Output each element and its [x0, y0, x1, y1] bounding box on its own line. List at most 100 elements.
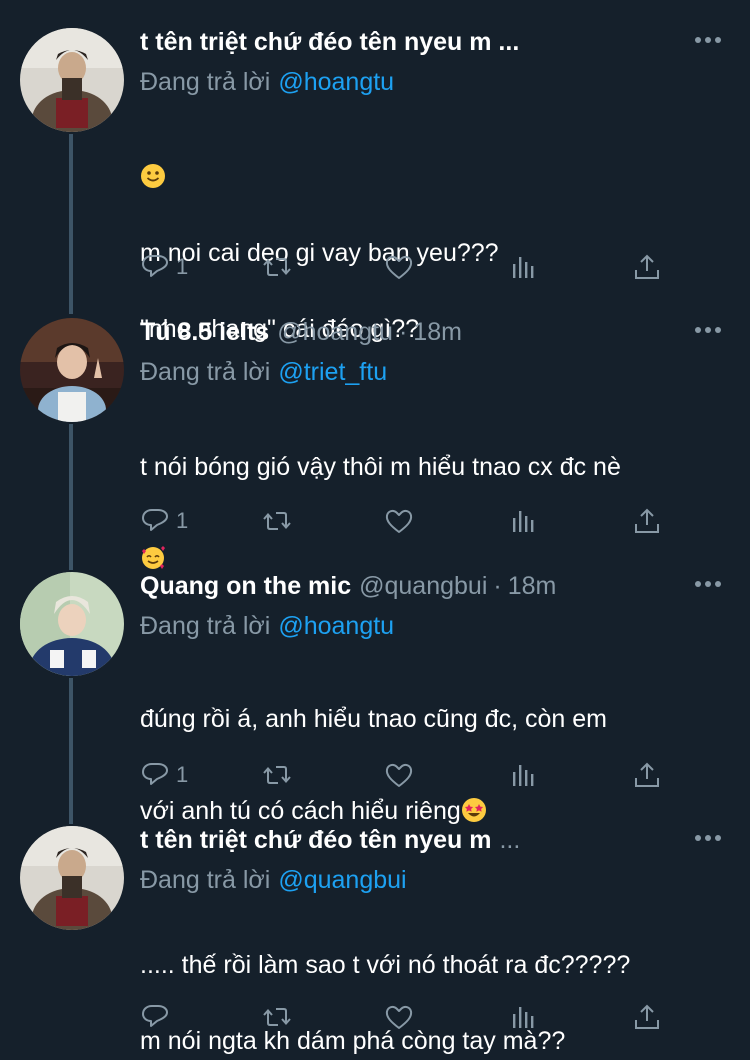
- tweet-header: t tên triệt chứ đéo tên nyeu m ...: [140, 28, 519, 64]
- reply-button[interactable]: [140, 1000, 176, 1034]
- tweet[interactable]: Tú 8.5 ielts @hoangtu · 18m Đang trả lời…: [0, 318, 750, 569]
- separator: ·: [398, 318, 408, 346]
- share-icon: [635, 508, 659, 533]
- avatar[interactable]: [20, 28, 124, 132]
- more-icon[interactable]: [694, 574, 722, 594]
- reply-count: 1: [176, 508, 189, 533]
- avatar-image: [20, 572, 124, 676]
- action-bar: 1: [140, 504, 680, 538]
- analytics-button[interactable]: [508, 1000, 538, 1034]
- reply-icon: [142, 763, 168, 785]
- analytics-icon: [513, 765, 534, 786]
- share-button[interactable]: [632, 504, 662, 538]
- share-icon: [635, 1004, 659, 1029]
- reply-context: Đang trả lời @hoangtu: [140, 612, 394, 641]
- avatar[interactable]: [20, 826, 124, 930]
- mention-link[interactable]: @hoangtu: [278, 68, 394, 96]
- analytics-button[interactable]: [508, 758, 538, 792]
- tweet-header: Quang on the mic @quangbui · 18m: [140, 572, 556, 608]
- tweet-header: t tên triệt chứ đéo tên nyeu m ...: [140, 826, 526, 862]
- star-struck-icon: [461, 798, 486, 822]
- reply-context: Đang trả lời @hoangtu: [140, 68, 394, 97]
- separator: ·: [493, 572, 502, 600]
- avatar-image: [20, 28, 124, 132]
- display-name[interactable]: t tên triệt chứ đéo tên nyeu m ...: [140, 28, 519, 57]
- reply-icon: [142, 255, 168, 277]
- like-button[interactable]: [384, 758, 414, 792]
- like-button[interactable]: [384, 1000, 414, 1034]
- retweet-button[interactable]: [262, 1000, 292, 1034]
- avatar[interactable]: [20, 318, 124, 422]
- more-icon[interactable]: [694, 30, 722, 50]
- reply-label: Đang trả lời: [140, 358, 271, 386]
- reply-label: Đang trả lời: [140, 612, 271, 640]
- tweet-line: t nói bóng gió vậy thôi m hiểu tnao cx đ…: [140, 453, 621, 481]
- retweet-button[interactable]: [262, 758, 292, 792]
- tweet-header: Tú 8.5 ielts @hoangtu · 18m: [140, 318, 462, 354]
- share-button[interactable]: [632, 758, 662, 792]
- retweet-icon: [263, 1008, 291, 1026]
- like-icon: [385, 763, 413, 787]
- share-icon: [635, 762, 659, 787]
- username[interactable]: @quangbui: [359, 572, 487, 601]
- slightly-smiling-face-icon: [141, 164, 165, 188]
- reply-label: Đang trả lời: [140, 68, 271, 96]
- like-button[interactable]: [384, 250, 414, 284]
- mention-link[interactable]: @hoangtu: [278, 612, 394, 640]
- tweet-text: t nói bóng gió vậy thôi m hiểu tnao cx đ…: [140, 398, 621, 582]
- retweet-icon: [263, 766, 291, 784]
- reply-icon: [142, 1005, 168, 1027]
- display-name[interactable]: Quang on the mic: [140, 572, 351, 601]
- reply-count: 1: [176, 254, 189, 279]
- avatar-image: [20, 826, 124, 930]
- avatar-image: [20, 318, 124, 422]
- retweet-button[interactable]: [262, 504, 292, 538]
- like-icon: [385, 1005, 413, 1029]
- retweet-icon: [263, 258, 291, 276]
- reply-button[interactable]: 1: [140, 758, 188, 792]
- reply-button[interactable]: 1: [140, 250, 188, 284]
- share-icon: [635, 254, 659, 279]
- tweet-line: với anh tú có cách hiểu riêng: [140, 797, 461, 825]
- avatar[interactable]: [20, 572, 124, 676]
- tweet-text: đúng rồi á, anh hiểu tnao cũng đc, còn e…: [140, 650, 607, 834]
- timestamp[interactable]: 18m: [413, 318, 462, 347]
- share-button[interactable]: [632, 250, 662, 284]
- display-name[interactable]: Tú 8.5 ielts: [140, 318, 269, 347]
- tweet-text: m noi cai deo gi vay ban yeu??? "nhe nha…: [140, 120, 499, 348]
- like-icon: [385, 509, 413, 533]
- analytics-button[interactable]: [508, 504, 538, 538]
- like-button[interactable]: [384, 504, 414, 538]
- mention-link[interactable]: @quangbui: [278, 866, 406, 894]
- tweet-text: ..... thế rồi làm sao t với nó thoát ra …: [140, 908, 630, 1060]
- tweet[interactable]: t tên triệt chứ đéo tên nyeu m ... Đang …: [0, 826, 750, 1055]
- action-bar: 1: [140, 758, 680, 792]
- action-bar: [140, 1000, 680, 1034]
- username[interactable]: @hoangtu: [277, 318, 393, 347]
- tweet[interactable]: t tên triệt chứ đéo tên nyeu m ... Đang …: [0, 28, 750, 343]
- analytics-icon: [513, 511, 534, 532]
- analytics-icon: [513, 257, 534, 278]
- retweet-button[interactable]: [262, 250, 292, 284]
- mention-link[interactable]: @triet_ftu: [278, 358, 387, 386]
- more-icon[interactable]: [694, 320, 722, 340]
- timestamp[interactable]: 18m: [508, 572, 557, 601]
- smiling-face-with-hearts-icon: [142, 546, 165, 569]
- tweet[interactable]: Quang on the mic @quangbui · 18m Đang tr…: [0, 572, 750, 825]
- analytics-button[interactable]: [508, 250, 538, 284]
- analytics-icon: [513, 1007, 534, 1028]
- retweet-icon: [263, 512, 291, 530]
- reply-button[interactable]: 1: [140, 504, 188, 538]
- tweet-line: đúng rồi á, anh hiểu tnao cũng đc, còn e…: [140, 705, 607, 733]
- reply-context: Đang trả lời @triet_ftu: [140, 358, 387, 387]
- reply-context: Đang trả lời @quangbui: [140, 866, 407, 895]
- reply-icon: [142, 509, 168, 531]
- share-button[interactable]: [632, 1000, 662, 1034]
- action-bar: 1: [140, 250, 680, 284]
- tweet-line: ..... thế rồi làm sao t với nó thoát ra …: [140, 951, 631, 979]
- reply-label: Đang trả lời: [140, 866, 271, 894]
- reply-count: 1: [176, 762, 189, 787]
- display-name[interactable]: t tên triệt chứ đéo tên nyeu m: [140, 826, 491, 855]
- name-truncation: ...: [499, 826, 521, 854]
- more-icon[interactable]: [694, 828, 722, 848]
